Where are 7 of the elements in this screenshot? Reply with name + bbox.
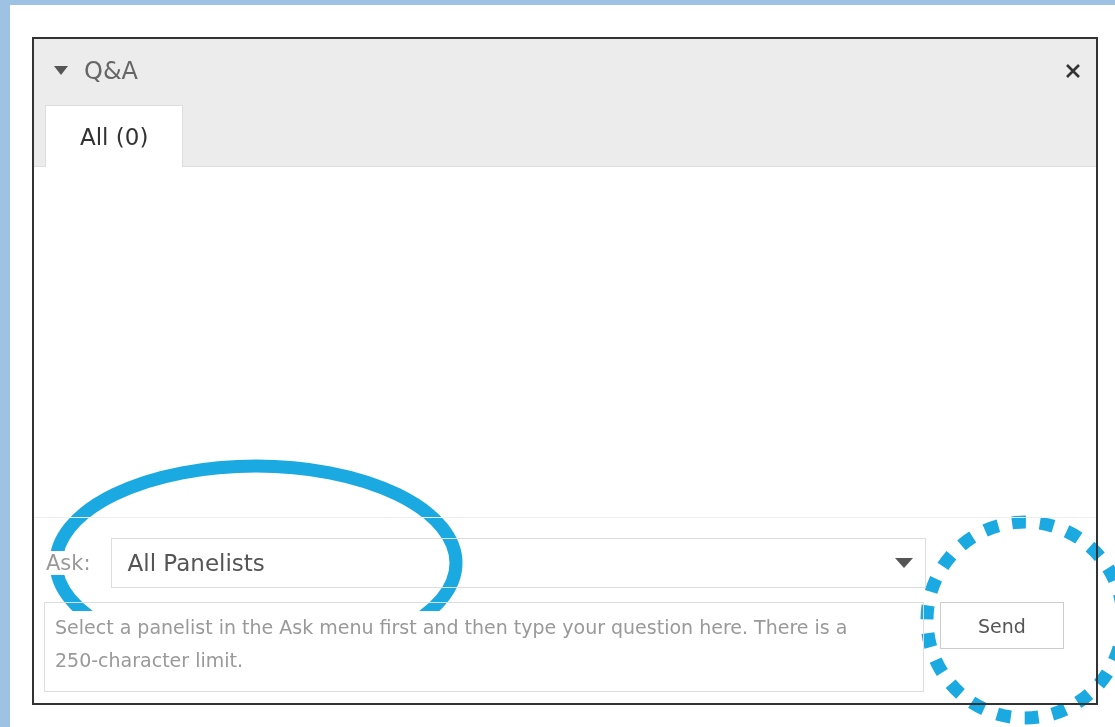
dropdown-caret-icon [894,557,913,569]
tab[interactable]: All (0) [45,105,184,167]
panel-title: Q&A [84,57,139,85]
send-button[interactable]: Send [940,602,1064,649]
ask-dropdown[interactable]: All Panelists [110,538,926,588]
close-icon[interactable] [1064,62,1082,80]
collapse-triangle-icon[interactable] [54,66,68,76]
